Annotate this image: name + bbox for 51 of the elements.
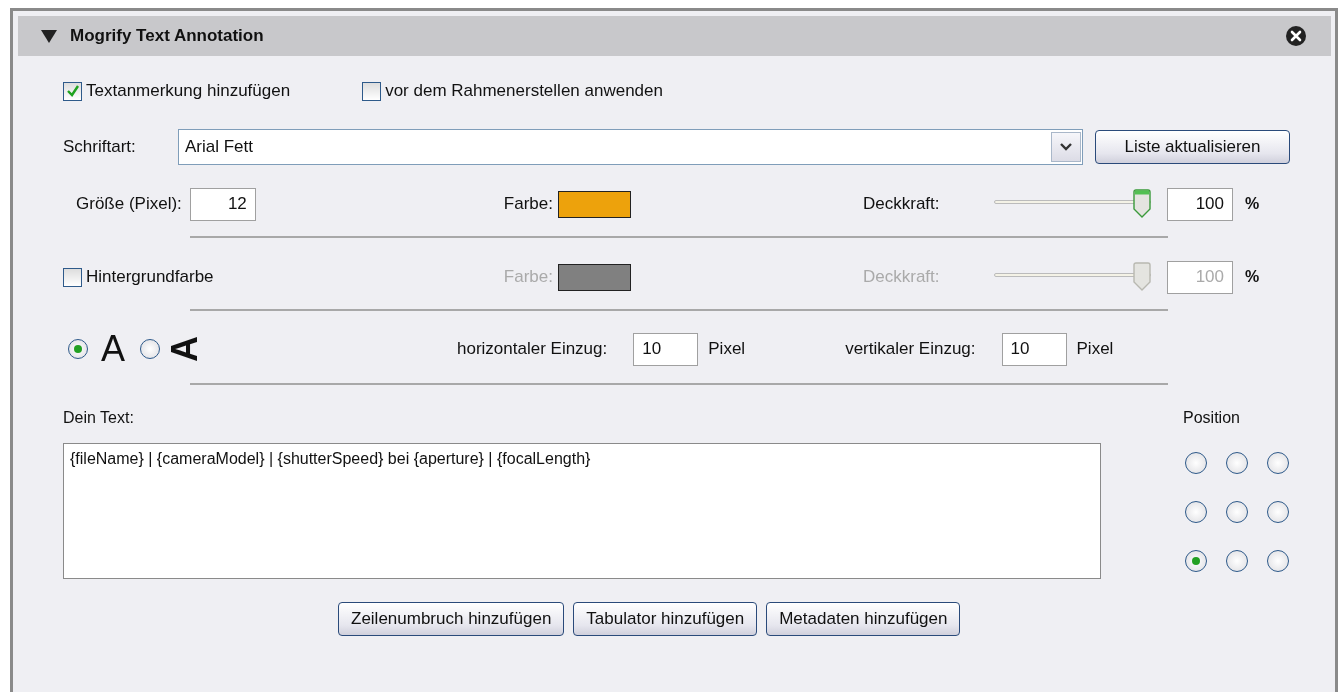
size-input[interactable]: 12 xyxy=(189,187,256,221)
indent-label: horizontaler Einzug: xyxy=(457,339,608,359)
panel-header[interactable]: Mogrify Text Annotation xyxy=(18,16,1331,56)
position-label: Position xyxy=(1183,409,1241,427)
collapse-triangle-icon[interactable] xyxy=(41,29,57,43)
color-label: Farbe: xyxy=(502,194,553,214)
position-radio[interactable] xyxy=(1226,550,1248,572)
percent-label: % xyxy=(1245,195,1260,213)
insert-button[interactable]: Tabulator hinzufügen xyxy=(573,602,758,636)
rotated-text-glyph: A xyxy=(167,336,203,362)
position-radio[interactable] xyxy=(1267,550,1289,572)
insert-button[interactable]: Metadaten hinzufügen xyxy=(766,602,961,636)
insert-button[interactable]: Zeilenumbruch hinzufügen xyxy=(338,602,565,636)
text-label: Dein Text: xyxy=(63,409,135,427)
radio-button[interactable] xyxy=(68,339,88,359)
checkbox-label[interactable]: vor dem Rahmenerstellen anwenden xyxy=(385,81,663,101)
indent-input[interactable]: 10 xyxy=(1001,332,1067,366)
size-label: Größe (Pixel): xyxy=(76,194,182,214)
opacity-input[interactable]: 100 xyxy=(1167,187,1233,221)
position-radio[interactable] xyxy=(1226,501,1248,523)
checkbox[interactable] xyxy=(63,81,82,101)
color-swatch[interactable] xyxy=(558,263,631,291)
slider-thumb[interactable] xyxy=(1133,189,1151,219)
close-icon[interactable] xyxy=(1286,26,1306,46)
refresh-list-button[interactable]: Liste aktualisieren xyxy=(1095,130,1290,164)
position-radio[interactable] xyxy=(1226,452,1248,474)
indent-label: vertikaler Einzug: xyxy=(845,339,976,359)
panel-title: Mogrify Text Annotation xyxy=(70,26,265,46)
text-input[interactable]: {fileName} | {cameraModel} | {shutterSpeed} bei {aperture} | {focalLength} xyxy=(63,443,1101,579)
font-dropdown[interactable]: Arial Fett xyxy=(178,129,1083,165)
font-label: Schriftart: xyxy=(63,137,137,157)
checkbox[interactable] xyxy=(63,267,82,287)
checkbox-label[interactable]: Hintergrundfarbe xyxy=(86,267,214,287)
radio-button[interactable] xyxy=(140,339,160,359)
percent-label: % xyxy=(1245,268,1260,286)
color-swatch[interactable] xyxy=(558,190,631,218)
position-radio[interactable] xyxy=(1267,452,1289,474)
indent-input[interactable]: 10 xyxy=(633,332,699,366)
position-radio[interactable] xyxy=(1185,501,1207,523)
horizontal-text-glyph: A xyxy=(100,331,126,367)
position-radio[interactable] xyxy=(1185,550,1207,572)
slider-thumb[interactable] xyxy=(1133,262,1151,292)
position-radio[interactable] xyxy=(1185,452,1207,474)
opacity-label: Deckkraft: xyxy=(863,194,941,214)
color-label: Farbe: xyxy=(502,267,553,287)
unit-label: Pixel xyxy=(708,339,746,359)
checkbox[interactable] xyxy=(362,81,382,101)
checkbox-label[interactable]: Textanmerkung hinzufügen xyxy=(86,81,291,101)
opacity-label: Deckkraft: xyxy=(863,267,941,287)
position-radio[interactable] xyxy=(1267,501,1289,523)
unit-label: Pixel xyxy=(1076,339,1114,359)
